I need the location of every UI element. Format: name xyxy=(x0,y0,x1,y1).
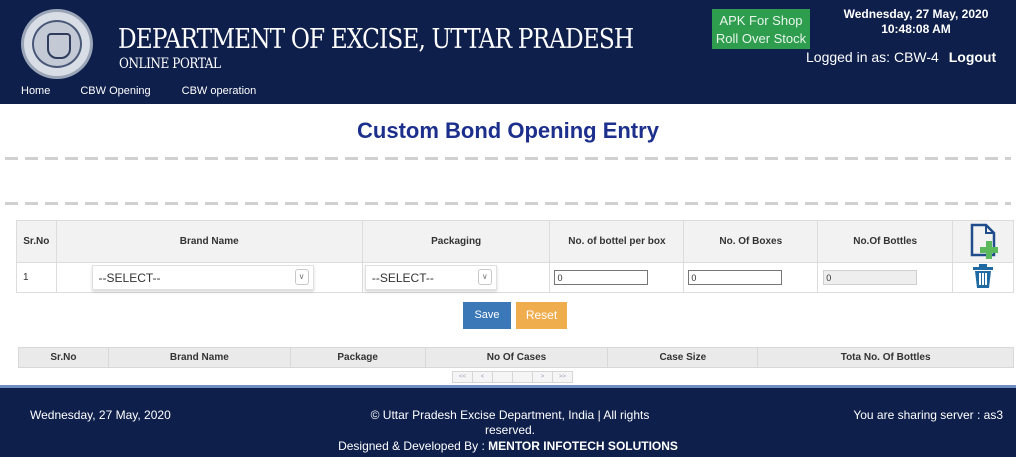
footer-server-info: You are sharing server : as3 xyxy=(853,408,1003,422)
bottles-cell xyxy=(817,262,954,293)
entry-row: 1 --SELECT-- ∨ --SELECT-- ∨ xyxy=(16,262,1014,293)
packaging-select-value: --SELECT-- xyxy=(371,271,434,285)
pager-next-button[interactable]: > xyxy=(532,371,553,383)
list-col-case-size: Case Size xyxy=(607,347,759,368)
page-title: Custom Bond Opening Entry xyxy=(357,118,659,143)
bottles-per-box-cell xyxy=(549,262,685,293)
packaging-select[interactable]: --SELECT-- ∨ xyxy=(364,265,497,290)
pager-page-count xyxy=(512,371,533,383)
list-col-package: Package xyxy=(289,347,426,368)
portal-subtitle: ONLINE PORTAL xyxy=(119,56,221,72)
footer-date: Wednesday, 27 May, 2020 xyxy=(30,408,171,422)
col-header-no-of-bottles: No.Of Bottles xyxy=(817,220,954,263)
col-header-srno: Sr.No xyxy=(16,220,57,263)
pager-first-button[interactable]: << xyxy=(452,371,473,383)
col-header-packaging: Packaging xyxy=(361,220,551,263)
entry-header-row: Sr.No Brand Name Packaging No. of bottel… xyxy=(16,220,1014,263)
col-header-brand-name: Brand Name xyxy=(55,220,363,263)
apk-roll-over-stock-button[interactable]: APK For Shop Roll Over Stock xyxy=(712,9,810,49)
col-header-bottles-per-box: No. of bottel per box xyxy=(549,220,685,263)
nav-item-home[interactable]: Home xyxy=(21,82,50,102)
department-title: DEPARTMENT OF EXCISE, UTTAR PRADESH xyxy=(118,24,634,55)
pager-last-button[interactable]: >> xyxy=(552,371,573,383)
footer-credit-company[interactable]: MENTOR INFOTECH SOLUTIONS xyxy=(488,439,678,453)
pager-prev-button[interactable]: < xyxy=(472,371,493,383)
brand-select[interactable]: --SELECT-- ∨ xyxy=(91,265,314,290)
logout-link[interactable]: Logout xyxy=(949,49,996,65)
dashed-divider xyxy=(5,157,1011,160)
apk-button-line2: Roll Over Stock xyxy=(715,31,807,46)
trash-icon[interactable] xyxy=(970,263,996,289)
entry-table: Sr.No Brand Name Packaging No. of bottel… xyxy=(16,220,1014,293)
bottles-input xyxy=(823,270,918,285)
pager: << < > >> xyxy=(452,371,573,383)
header-time: 10:48:08 AM xyxy=(881,22,951,36)
save-button[interactable]: Save xyxy=(463,302,511,329)
col-header-no-of-boxes: No. Of Boxes xyxy=(683,220,819,263)
chevron-down-icon: ∨ xyxy=(477,269,492,285)
add-row-cell xyxy=(952,220,1014,263)
delete-cell xyxy=(952,262,1014,293)
site-header: DEPARTMENT OF EXCISE, UTTAR PRADESH ONLI… xyxy=(0,0,1016,104)
list-col-no-of-cases: No Of Cases xyxy=(424,347,609,368)
boxes-input[interactable] xyxy=(688,270,783,285)
nav-item-cbw-operation[interactable]: CBW operation xyxy=(182,82,257,102)
main-nav: Home CBW Opening CBW operation xyxy=(0,82,256,102)
list-col-brand-name: Brand Name xyxy=(107,347,291,368)
chevron-down-icon: ∨ xyxy=(294,269,309,285)
list-col-srno: Sr.No xyxy=(18,347,109,368)
footer-credit-prefix: Designed & Developed By : xyxy=(338,439,489,453)
boxes-cell xyxy=(683,262,819,293)
entries-list-table: Sr.No Brand Name Package No Of Cases Cas… xyxy=(18,347,1014,368)
footer-copyright: © Uttar Pradesh Excise Department, India… xyxy=(370,408,650,437)
brand-cell: --SELECT-- ∨ xyxy=(55,262,363,293)
header-datetime: Wednesday, 27 May, 2020 10:48:08 AM xyxy=(820,7,1012,37)
header-date: Wednesday, 27 May, 2020 xyxy=(843,7,989,21)
pager-page-input[interactable] xyxy=(492,371,513,383)
packaging-cell: --SELECT-- ∨ xyxy=(361,262,551,293)
brand-select-value: --SELECT-- xyxy=(98,271,161,285)
site-footer: Wednesday, 27 May, 2020 © Uttar Pradesh … xyxy=(0,385,1016,457)
bottles-per-box-input[interactable] xyxy=(554,270,649,285)
apk-button-line1: APK For Shop xyxy=(719,13,803,28)
reset-button[interactable]: Reset xyxy=(516,302,567,329)
list-header-row: Sr.No Brand Name Package No Of Cases Cas… xyxy=(18,347,1014,368)
list-col-total-bottles: Tota No. Of Bottles xyxy=(757,347,1014,368)
logged-in-label: Logged in as: CBW-4 xyxy=(806,49,939,65)
up-govt-emblem-icon xyxy=(21,9,93,79)
footer-credit: Designed & Developed By : MENTOR INFOTEC… xyxy=(0,439,1016,453)
dashed-divider xyxy=(5,202,1011,205)
login-info: Logged in as: CBW-4 Logout xyxy=(806,49,996,65)
nav-item-cbw-opening[interactable]: CBW Opening xyxy=(80,82,150,102)
row-srno: 1 xyxy=(16,262,57,293)
add-file-icon[interactable] xyxy=(966,221,1000,259)
